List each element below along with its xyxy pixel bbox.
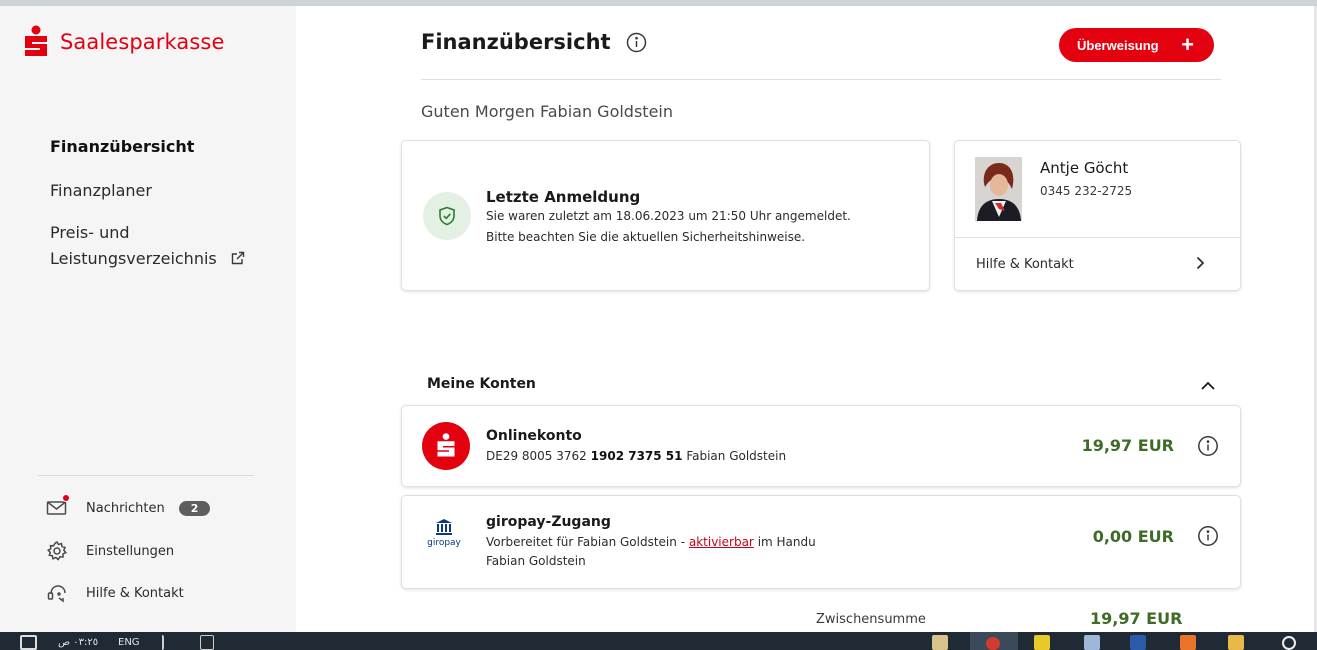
taskbar-clock[interactable]: ٠٣:٢٥ ص — [58, 637, 98, 648]
subtotal-label: Zwischensumme — [816, 612, 926, 627]
nav-finanzplaner[interactable]: Finanzplaner — [50, 178, 152, 204]
unread-indicator — [62, 494, 70, 502]
windows-start-icon[interactable] — [20, 635, 37, 650]
account-balance: 0,00 EUR — [1092, 527, 1174, 546]
header-divider — [421, 79, 1221, 80]
account-holder: Fabian Goldstein — [686, 449, 787, 463]
giropay-status-prefix: Vorbereitet für Fabian Goldstein - — [486, 535, 686, 549]
sidebar-link-label: Hilfe & Kontakt — [86, 585, 184, 601]
giropay-holder: Fabian Goldstein — [486, 554, 586, 568]
giropay-status-suffix: im Handu — [757, 535, 816, 549]
nav-label-line1: Preis- und — [50, 223, 130, 242]
bank-building-icon — [436, 519, 452, 535]
giropay-wordmark: giropay — [427, 538, 461, 548]
last-login-title: Letzte Anmeldung — [486, 188, 641, 206]
greeting-text: Guten Morgen Fabian Goldstein — [421, 102, 673, 121]
nav-preis-leistungsverzeichnis[interactable]: Preis- und Leistungsverzeichnis — [50, 220, 245, 272]
sidebar-link-einstellungen[interactable]: Einstellungen — [46, 540, 174, 562]
giropay-status-line: Vorbereitet für Fabian Goldstein - aktiv… — [486, 535, 816, 549]
account-row-onlinekonto[interactable]: Onlinekonto DE29 8005 3762 1902 7375 51 … — [401, 405, 1241, 487]
sidebar-link-label: Einstellungen — [86, 543, 175, 559]
sidebar-link-hilfe-kontakt[interactable]: Hilfe & Kontakt — [46, 582, 184, 604]
page-title-text: Finanzübersicht — [421, 30, 611, 54]
help-contact-link[interactable]: Hilfe & Kontakt — [976, 257, 1074, 272]
security-notice: Bitte beachten Sie die aktuellen Sicherh… — [486, 230, 806, 244]
sidebar: Saalesparkasse Finanzübersicht Finanzpla… — [0, 6, 296, 632]
account-iban: DE29 8005 3762 1902 7375 51 Fabian Golds… — [486, 449, 786, 463]
subtotal-value: 19,97 EUR — [1090, 609, 1183, 628]
message-count-badge: 2 — [178, 500, 211, 516]
sparkasse-logo-icon — [422, 422, 470, 470]
accounts-section-title: Meine Konten — [427, 376, 536, 392]
advisor-photo — [975, 157, 1022, 221]
notepad-app-icon[interactable] — [932, 635, 948, 650]
nav-label-line2: Leistungsverzeichnis — [50, 249, 217, 268]
sidebar-link-label: Nachrichten — [86, 500, 165, 516]
transfer-button[interactable]: Überweisung + — [1059, 28, 1214, 62]
brand-name: Saalesparkasse — [60, 30, 225, 54]
account-row-giropay[interactable]: giropay giropay-Zugang Vorbereitet für F… — [401, 495, 1241, 589]
info-icon[interactable] — [1197, 435, 1219, 457]
info-icon[interactable] — [1197, 525, 1219, 547]
pen-app-icon[interactable] — [1084, 635, 1100, 650]
last-login-date: Sie waren zuletzt am 18.06.2023 um 21:50… — [486, 209, 851, 223]
chevron-right-icon[interactable] — [1193, 255, 1207, 271]
sparkasse-s-icon — [22, 25, 50, 59]
shield-check-icon — [423, 192, 471, 240]
sidebar-divider — [38, 475, 254, 476]
external-link-icon — [231, 247, 245, 265]
chevron-up-icon[interactable] — [1199, 378, 1217, 392]
account-name: giropay-Zugang — [486, 514, 611, 530]
nav-finanzuebersicht[interactable]: Finanzübersicht — [50, 134, 194, 160]
speaker-icon[interactable] — [150, 635, 164, 650]
os-taskbar: ٠٣:٢٥ ص ENG — [0, 632, 1317, 650]
iban-account-number: 1902 7375 51 — [590, 449, 683, 463]
last-login-card: Letzte Anmeldung Sie waren zuletzt am 18… — [401, 140, 930, 291]
giropay-logo: giropay — [424, 518, 464, 558]
taskbar-language[interactable]: ENG — [118, 637, 140, 648]
sidebar-link-nachrichten[interactable]: Nachrichten 2 — [46, 494, 211, 519]
document-app-icon[interactable] — [1130, 635, 1146, 650]
search-icon[interactable] — [1282, 636, 1296, 650]
activate-link[interactable]: aktivierbar — [689, 535, 754, 549]
chrome-logo-icon — [986, 637, 1000, 650]
page-title: Finanzübersicht — [421, 30, 647, 54]
folder-app-icon[interactable] — [1228, 635, 1244, 650]
norton-app-icon[interactable] — [1034, 635, 1050, 650]
info-icon[interactable] — [626, 32, 647, 53]
network-icon[interactable] — [200, 635, 214, 650]
advisor-name: Antje Göcht — [1040, 159, 1129, 177]
advisor-phone[interactable]: 0345 232-2725 — [1040, 184, 1132, 198]
transfer-button-label: Überweisung — [1077, 37, 1159, 53]
firefox-app-icon[interactable] — [1180, 635, 1196, 650]
gear-icon — [46, 540, 68, 562]
advisor-card: Antje Göcht 0345 232-2725 Hilfe & Kontak… — [954, 140, 1241, 291]
plus-icon: + — [1181, 32, 1194, 57]
account-name: Onlinekonto — [486, 428, 582, 444]
help-contact-icon — [46, 582, 68, 604]
account-balance: 19,97 EUR — [1081, 436, 1174, 455]
mail-icon — [46, 494, 70, 519]
advisor-card-divider — [955, 237, 1240, 238]
iban-prefix: DE29 8005 3762 — [486, 449, 587, 463]
brand-logo[interactable]: Saalesparkasse — [22, 25, 224, 59]
